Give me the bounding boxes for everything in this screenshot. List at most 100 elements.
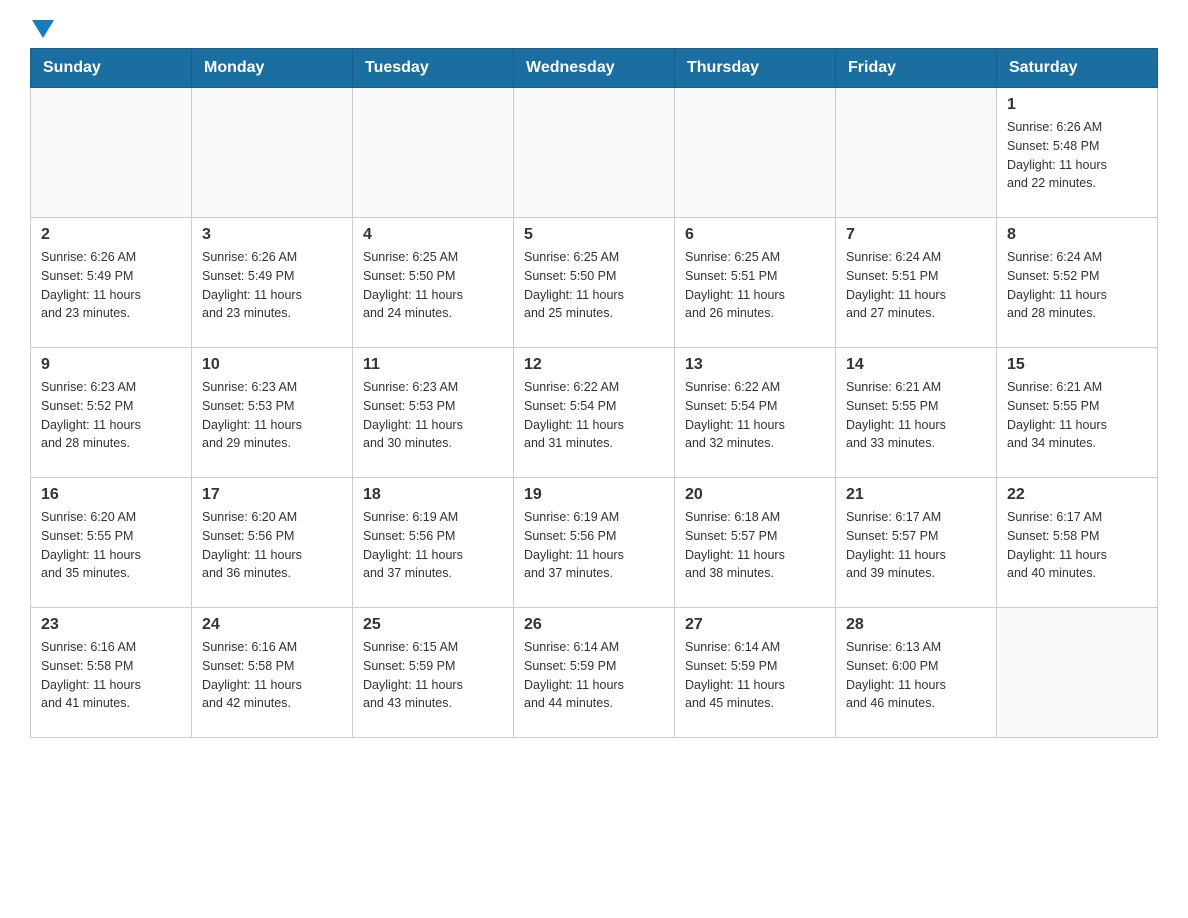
day-number: 14	[846, 356, 986, 374]
calendar-day-cell: 16 Sunrise: 6:20 AM Sunset: 5:55 PM Dayli…	[31, 478, 192, 608]
day-number: 8	[1007, 226, 1147, 244]
calendar-week-row: 1 Sunrise: 6:26 AM Sunset: 5:48 PM Daylig…	[31, 88, 1158, 218]
calendar-day-cell: 22 Sunrise: 6:17 AM Sunset: 5:58 PM Dayli…	[997, 478, 1158, 608]
day-info: Sunrise: 6:17 AM Sunset: 5:58 PM Dayligh…	[1007, 508, 1147, 583]
calendar-day-cell: 8 Sunrise: 6:24 AM Sunset: 5:52 PM Daylig…	[997, 218, 1158, 348]
day-number: 4	[363, 226, 503, 244]
day-number: 21	[846, 486, 986, 504]
weekday-header-tuesday: Tuesday	[353, 49, 514, 88]
day-number: 24	[202, 616, 342, 634]
calendar-day-cell: 5 Sunrise: 6:25 AM Sunset: 5:50 PM Daylig…	[514, 218, 675, 348]
calendar-table: SundayMondayTuesdayWednesdayThursdayFrid…	[30, 48, 1158, 738]
weekday-header-thursday: Thursday	[675, 49, 836, 88]
day-number: 17	[202, 486, 342, 504]
day-info: Sunrise: 6:26 AM Sunset: 5:49 PM Dayligh…	[41, 248, 181, 323]
calendar-day-cell	[997, 608, 1158, 738]
day-number: 7	[846, 226, 986, 244]
calendar-week-row: 16 Sunrise: 6:20 AM Sunset: 5:55 PM Dayli…	[31, 478, 1158, 608]
weekday-header-monday: Monday	[192, 49, 353, 88]
day-number: 15	[1007, 356, 1147, 374]
day-info: Sunrise: 6:19 AM Sunset: 5:56 PM Dayligh…	[363, 508, 503, 583]
day-number: 28	[846, 616, 986, 634]
calendar-day-cell	[31, 88, 192, 218]
day-number: 23	[41, 616, 181, 634]
day-info: Sunrise: 6:24 AM Sunset: 5:52 PM Dayligh…	[1007, 248, 1147, 323]
calendar-day-cell: 9 Sunrise: 6:23 AM Sunset: 5:52 PM Daylig…	[31, 348, 192, 478]
day-number: 25	[363, 616, 503, 634]
calendar-day-cell: 11 Sunrise: 6:23 AM Sunset: 5:53 PM Dayli…	[353, 348, 514, 478]
calendar-day-cell	[675, 88, 836, 218]
calendar-day-cell: 13Sunrise: 6:22 AM Sunset: 5:54 PM Dayli…	[675, 348, 836, 478]
day-info: Sunrise: 6:25 AM Sunset: 5:50 PM Dayligh…	[524, 248, 664, 323]
day-info: Sunrise: 6:24 AM Sunset: 5:51 PM Dayligh…	[846, 248, 986, 323]
day-number: 20	[685, 486, 825, 504]
day-number: 10	[202, 356, 342, 374]
page-header	[30, 20, 1158, 38]
day-number: 18	[363, 486, 503, 504]
day-number: 2	[41, 226, 181, 244]
calendar-day-cell	[353, 88, 514, 218]
calendar-day-cell: 15 Sunrise: 6:21 AM Sunset: 5:55 PM Dayli…	[997, 348, 1158, 478]
day-info: Sunrise: 6:23 AM Sunset: 5:53 PM Dayligh…	[202, 378, 342, 453]
day-number: 13	[685, 356, 825, 374]
day-number: 5	[524, 226, 664, 244]
calendar-day-cell: 28 Sunrise: 6:13 AM Sunset: 6:00 PM Dayli…	[836, 608, 997, 738]
logo	[30, 20, 54, 38]
calendar-day-cell: 19 Sunrise: 6:19 AM Sunset: 5:56 PM Dayli…	[514, 478, 675, 608]
calendar-day-cell: 21 Sunrise: 6:17 AM Sunset: 5:57 PM Dayli…	[836, 478, 997, 608]
day-info: Sunrise: 6:21 AM Sunset: 5:55 PM Dayligh…	[1007, 378, 1147, 453]
calendar-day-cell: 7 Sunrise: 6:24 AM Sunset: 5:51 PM Daylig…	[836, 218, 997, 348]
day-number: 19	[524, 486, 664, 504]
day-number: 6	[685, 226, 825, 244]
calendar-day-cell: 18 Sunrise: 6:19 AM Sunset: 5:56 PM Dayli…	[353, 478, 514, 608]
day-info: Sunrise: 6:18 AM Sunset: 5:57 PM Dayligh…	[685, 508, 825, 583]
day-number: 12	[524, 356, 664, 374]
calendar-day-cell	[192, 88, 353, 218]
calendar-day-cell	[514, 88, 675, 218]
calendar-week-row: 23 Sunrise: 6:16 AM Sunset: 5:58 PM Dayli…	[31, 608, 1158, 738]
calendar-day-cell	[836, 88, 997, 218]
calendar-day-cell: 4 Sunrise: 6:25 AM Sunset: 5:50 PM Daylig…	[353, 218, 514, 348]
calendar-day-cell: 12Sunrise: 6:22 AM Sunset: 5:54 PM Dayli…	[514, 348, 675, 478]
calendar-day-cell: 6 Sunrise: 6:25 AM Sunset: 5:51 PM Daylig…	[675, 218, 836, 348]
day-info: Sunrise: 6:26 AM Sunset: 5:49 PM Dayligh…	[202, 248, 342, 323]
day-info: Sunrise: 6:15 AM Sunset: 5:59 PM Dayligh…	[363, 638, 503, 713]
day-info: Sunrise: 6:23 AM Sunset: 5:53 PM Dayligh…	[363, 378, 503, 453]
day-info: Sunrise: 6:19 AM Sunset: 5:56 PM Dayligh…	[524, 508, 664, 583]
day-number: 11	[363, 356, 503, 374]
day-info: Sunrise: 6:26 AM Sunset: 5:48 PM Dayligh…	[1007, 118, 1147, 193]
day-info: Sunrise: 6:20 AM Sunset: 5:55 PM Dayligh…	[41, 508, 181, 583]
day-info: Sunrise: 6:16 AM Sunset: 5:58 PM Dayligh…	[202, 638, 342, 713]
calendar-week-row: 2 Sunrise: 6:26 AM Sunset: 5:49 PM Daylig…	[31, 218, 1158, 348]
weekday-header-row: SundayMondayTuesdayWednesdayThursdayFrid…	[31, 49, 1158, 88]
calendar-week-row: 9 Sunrise: 6:23 AM Sunset: 5:52 PM Daylig…	[31, 348, 1158, 478]
calendar-day-cell: 27 Sunrise: 6:14 AM Sunset: 5:59 PM Dayli…	[675, 608, 836, 738]
day-info: Sunrise: 6:23 AM Sunset: 5:52 PM Dayligh…	[41, 378, 181, 453]
day-info: Sunrise: 6:14 AM Sunset: 5:59 PM Dayligh…	[685, 638, 825, 713]
calendar-day-cell: 3 Sunrise: 6:26 AM Sunset: 5:49 PM Daylig…	[192, 218, 353, 348]
day-info: Sunrise: 6:17 AM Sunset: 5:57 PM Dayligh…	[846, 508, 986, 583]
day-number: 3	[202, 226, 342, 244]
weekday-header-sunday: Sunday	[31, 49, 192, 88]
calendar-day-cell: 14 Sunrise: 6:21 AM Sunset: 5:55 PM Dayli…	[836, 348, 997, 478]
day-info: Sunrise: 6:14 AM Sunset: 5:59 PM Dayligh…	[524, 638, 664, 713]
calendar-day-cell: 26 Sunrise: 6:14 AM Sunset: 5:59 PM Dayli…	[514, 608, 675, 738]
day-number: 22	[1007, 486, 1147, 504]
weekday-header-saturday: Saturday	[997, 49, 1158, 88]
day-info: Sunrise: 6:21 AM Sunset: 5:55 PM Dayligh…	[846, 378, 986, 453]
day-info: Sunrise: 6:25 AM Sunset: 5:51 PM Dayligh…	[685, 248, 825, 323]
weekday-header-wednesday: Wednesday	[514, 49, 675, 88]
day-number: 27	[685, 616, 825, 634]
day-info: Sunrise: 6:25 AM Sunset: 5:50 PM Dayligh…	[363, 248, 503, 323]
calendar-day-cell: 20 Sunrise: 6:18 AM Sunset: 5:57 PM Dayli…	[675, 478, 836, 608]
calendar-day-cell: 10 Sunrise: 6:23 AM Sunset: 5:53 PM Dayli…	[192, 348, 353, 478]
day-info: Sunrise: 6:20 AM Sunset: 5:56 PM Dayligh…	[202, 508, 342, 583]
day-number: 16	[41, 486, 181, 504]
calendar-day-cell: 17 Sunrise: 6:20 AM Sunset: 5:56 PM Dayli…	[192, 478, 353, 608]
day-info: Sunrise: 6:16 AM Sunset: 5:58 PM Dayligh…	[41, 638, 181, 713]
calendar-day-cell: 23 Sunrise: 6:16 AM Sunset: 5:58 PM Dayli…	[31, 608, 192, 738]
day-number: 9	[41, 356, 181, 374]
day-number: 1	[1007, 96, 1147, 114]
day-number: 26	[524, 616, 664, 634]
day-info: Sunrise: 6:13 AM Sunset: 6:00 PM Dayligh…	[846, 638, 986, 713]
